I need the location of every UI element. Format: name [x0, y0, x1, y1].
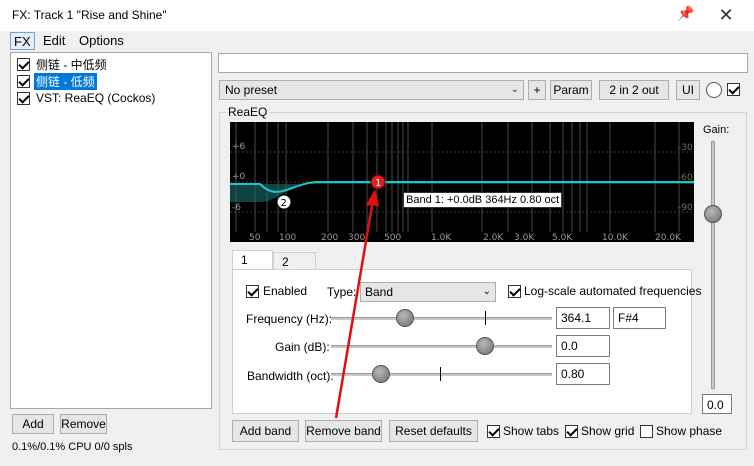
band-2-marker-label: 2	[281, 198, 287, 209]
frequency-slider-track[interactable]	[331, 317, 552, 320]
param-button[interactable]: Param	[550, 80, 592, 100]
fx-item-label: 侧链 - 低频	[34, 72, 97, 90]
frequency-note-field[interactable]: F#4	[613, 307, 666, 329]
fx-item-label: VST: ReaEQ (Cockos)	[36, 91, 156, 105]
remove-fx-button[interactable]: Remove	[60, 414, 107, 434]
fx-enable-checkbox[interactable]	[17, 91, 30, 105]
fx-name-field[interactable]	[218, 53, 748, 73]
fx-item[interactable]: 侧链 - 中低频	[17, 56, 109, 72]
band-gain-value-field[interactable]: 0.0	[556, 335, 610, 357]
bandwidth-default-tick	[440, 367, 441, 381]
preset-dropdown[interactable]: No preset ⌄	[219, 80, 524, 100]
type-label: Type:	[327, 285, 357, 299]
show-grid-label: Show grid	[581, 424, 635, 438]
remove-band-button[interactable]: Remove band	[305, 420, 382, 442]
freq-label: 300	[348, 233, 365, 242]
frequency-default-tick	[485, 311, 486, 325]
log-scale-checkbox[interactable]: Log-scale automated frequencies	[508, 284, 701, 298]
gain-slider-thumb[interactable]	[704, 205, 722, 223]
pin-icon[interactable]: 📌	[676, 5, 696, 25]
routing-button[interactable]: 2 in 2 out	[599, 80, 669, 100]
window-title: FX: Track 1 "Rise and Shine"	[12, 8, 167, 22]
band-tooltip: Band 1: +0.0dB 364Hz 0.80 oct	[403, 192, 563, 208]
db-label: -6	[232, 203, 241, 213]
ui-button[interactable]: UI	[676, 80, 700, 100]
close-icon[interactable]: ✕	[712, 3, 740, 27]
show-grid-checkbox[interactable]: Show grid	[565, 424, 634, 438]
band-gain-slider-track[interactable]	[331, 345, 552, 348]
chevron-down-icon: ⌄	[482, 286, 491, 297]
bandwidth-slider-thumb[interactable]	[372, 365, 390, 383]
db-label-right: -30	[678, 143, 693, 153]
show-phase-checkbox[interactable]: Show phase	[640, 424, 722, 438]
freq-label: 100	[279, 233, 296, 242]
fx-enable-checkbox[interactable]	[17, 57, 30, 71]
add-fx-button[interactable]: Add	[12, 414, 54, 434]
fx-chain-list[interactable]: 侧链 - 中低频 侧链 - 低频 VST: ReaEQ (Cockos)	[10, 52, 212, 409]
band-1-marker-label: 1	[375, 178, 381, 189]
fx-item-selected[interactable]: 侧链 - 低频	[17, 72, 97, 90]
freq-label: 200	[321, 233, 338, 242]
freq-label: 10.0K	[602, 233, 629, 242]
chevron-down-icon: ⌄	[510, 84, 519, 95]
fx-item[interactable]: VST: ReaEQ (Cockos)	[17, 90, 157, 106]
show-phase-label: Show phase	[656, 424, 723, 438]
menu-fx[interactable]: FX	[10, 32, 35, 50]
db-label: +0	[232, 172, 246, 182]
band-type-value: Band	[365, 285, 394, 299]
band-type-dropdown[interactable]: Band ⌄	[360, 282, 496, 302]
log-scale-label: Log-scale automated frequencies	[524, 284, 702, 298]
show-tabs-label: Show tabs	[503, 424, 560, 438]
band-gain-label: Gain (dB):	[275, 340, 330, 354]
preset-value: No preset	[225, 83, 278, 97]
eq-graph[interactable]: +6 +0 -6 -30 -60 -90 50 100 200 300 500 …	[230, 122, 694, 242]
frequency-label: Frequency (Hz):	[246, 312, 333, 326]
db-label-right: -90	[678, 203, 693, 213]
wet-knob-icon[interactable]	[706, 82, 722, 98]
bandwidth-slider-track[interactable]	[331, 373, 552, 376]
fx-enable-checkbox[interactable]	[17, 74, 30, 88]
freq-label: 1.0K	[431, 233, 452, 242]
reaeq-group-label: ReaEQ	[226, 105, 270, 119]
tab-band-1[interactable]: 1	[232, 250, 273, 271]
freq-label: 5.0K	[552, 233, 573, 242]
freq-label: 20.0K	[655, 233, 682, 242]
enabled-label: Enabled	[263, 284, 308, 298]
gain-label: Gain:	[703, 124, 730, 136]
reset-defaults-button[interactable]: Reset defaults	[389, 420, 478, 442]
menu-edit[interactable]: Edit	[40, 32, 68, 50]
band-gain-slider-thumb[interactable]	[476, 337, 494, 355]
freq-label: 2.0K	[483, 233, 504, 242]
freq-label: 500	[384, 233, 401, 242]
add-band-button[interactable]: Add band	[232, 420, 299, 442]
cpu-status: 0.1%/0.1% CPU 0/0 spls	[12, 441, 133, 453]
show-tabs-checkbox[interactable]: Show tabs	[487, 424, 559, 438]
preset-plus-button[interactable]: +	[528, 80, 546, 100]
bandwidth-value-field[interactable]: 0.80	[556, 363, 610, 385]
freq-label: 50	[249, 233, 261, 242]
frequency-slider-thumb[interactable]	[396, 309, 414, 327]
freq-label: 3.0K	[514, 233, 535, 242]
frequency-value-field[interactable]: 364.1	[556, 307, 610, 329]
fx-item-label: 侧链 - 中低频	[36, 57, 107, 72]
enabled-checkbox[interactable]: Enabled	[246, 284, 307, 298]
db-label: +6	[232, 142, 246, 152]
bypass-checkbox[interactable]	[727, 83, 740, 99]
gain-value-field[interactable]: 0.0	[702, 394, 732, 414]
bandwidth-label: Bandwidth (oct):	[247, 369, 334, 383]
gain-slider-track[interactable]	[711, 141, 715, 389]
menu-options[interactable]: Options	[76, 32, 127, 50]
